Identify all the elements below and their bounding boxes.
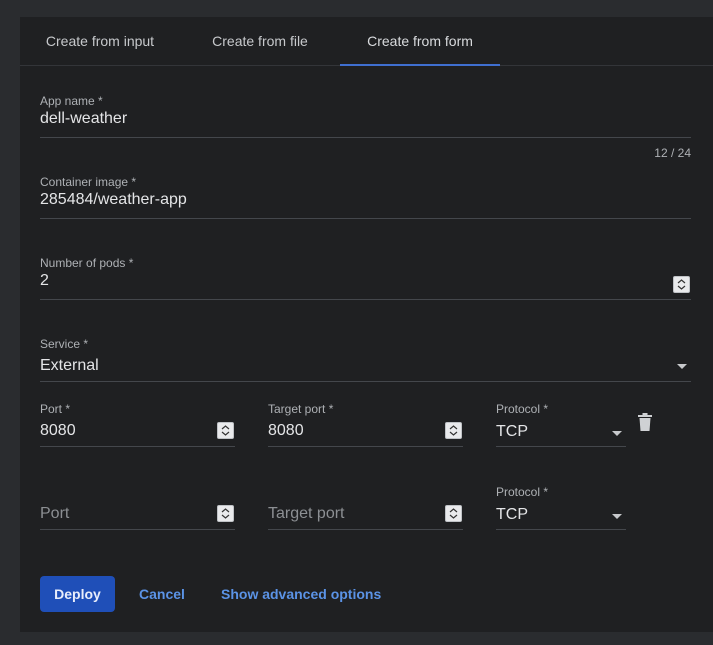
create-app-panel: Create from input Create from file Creat… bbox=[20, 17, 713, 632]
protocol-label: Protocol * bbox=[496, 402, 549, 416]
stepper-arrows-icon bbox=[677, 279, 686, 290]
protocol-label: Protocol * bbox=[496, 485, 549, 499]
number-of-pods-label: Number of pods * bbox=[40, 256, 134, 270]
number-of-pods-underline bbox=[40, 299, 691, 300]
stepper-arrows-icon bbox=[449, 425, 458, 436]
target-port-stepper[interactable] bbox=[445, 505, 462, 522]
port-label: Port * bbox=[40, 402, 71, 416]
container-image-label: Container image * bbox=[40, 175, 137, 189]
chevron-down-icon bbox=[612, 514, 622, 519]
chevron-down-icon bbox=[677, 364, 687, 369]
protocol-underline bbox=[496, 446, 626, 447]
target-port-label: Target port * bbox=[268, 402, 334, 416]
service-underline bbox=[40, 381, 691, 382]
port-field[interactable]: Port * 8080 bbox=[40, 402, 235, 447]
container-image-underline bbox=[40, 218, 691, 219]
tab-create-from-file[interactable]: Create from file bbox=[180, 17, 340, 65]
app-name-label: App name * bbox=[40, 94, 103, 108]
app-name-input[interactable]: dell-weather bbox=[40, 110, 127, 128]
protocol-value: TCP bbox=[496, 423, 528, 440]
port-underline bbox=[40, 529, 235, 530]
stepper-arrows-icon bbox=[449, 508, 458, 519]
tab-create-from-form[interactable]: Create from form bbox=[340, 17, 500, 65]
protocol-value: TCP bbox=[496, 506, 528, 523]
pods-stepper[interactable] bbox=[673, 276, 690, 293]
container-image-field[interactable]: Container image * 285484/weather-app bbox=[40, 175, 691, 219]
target-port-underline bbox=[268, 446, 463, 447]
service-select[interactable]: Service * External bbox=[40, 337, 691, 382]
show-advanced-options-button[interactable]: Show advanced options bbox=[221, 576, 381, 612]
port-stepper[interactable] bbox=[217, 505, 234, 522]
app-name-underline bbox=[40, 137, 691, 138]
chevron-down-icon bbox=[612, 431, 622, 436]
deploy-button[interactable]: Deploy bbox=[40, 576, 115, 612]
port-field-empty[interactable]: Port bbox=[40, 485, 235, 530]
protocol-select[interactable]: Protocol * TCP bbox=[496, 402, 626, 447]
target-port-stepper[interactable] bbox=[445, 422, 462, 439]
stepper-arrows-icon bbox=[221, 425, 230, 436]
delete-port-button[interactable] bbox=[638, 413, 652, 436]
number-of-pods-input[interactable]: 2 bbox=[40, 272, 49, 290]
port-input-placeholder[interactable]: Port bbox=[40, 505, 69, 523]
tab-bar: Create from input Create from file Creat… bbox=[20, 17, 713, 66]
app-name-field[interactable]: App name * dell-weather bbox=[40, 94, 691, 138]
target-port-field-empty[interactable]: Target port bbox=[268, 485, 463, 530]
active-tab-indicator bbox=[340, 64, 500, 66]
target-port-input-placeholder[interactable]: Target port bbox=[268, 505, 344, 523]
tab-create-from-input[interactable]: Create from input bbox=[20, 17, 180, 65]
target-port-underline bbox=[268, 529, 463, 530]
trash-icon bbox=[638, 413, 652, 431]
target-port-input[interactable]: 8080 bbox=[268, 422, 304, 440]
stepper-arrows-icon bbox=[221, 508, 230, 519]
number-of-pods-field[interactable]: Number of pods * 2 bbox=[40, 256, 691, 300]
protocol-underline bbox=[496, 529, 626, 530]
app-name-counter: 12 / 24 bbox=[654, 146, 691, 160]
cancel-button[interactable]: Cancel bbox=[139, 576, 185, 612]
service-label: Service * bbox=[40, 337, 89, 351]
service-value: External bbox=[40, 357, 99, 374]
protocol-select-2[interactable]: Protocol * TCP bbox=[496, 485, 626, 530]
target-port-field[interactable]: Target port * 8080 bbox=[268, 402, 463, 447]
port-input[interactable]: 8080 bbox=[40, 422, 76, 440]
port-stepper[interactable] bbox=[217, 422, 234, 439]
container-image-input[interactable]: 285484/weather-app bbox=[40, 191, 187, 209]
port-underline bbox=[40, 446, 235, 447]
